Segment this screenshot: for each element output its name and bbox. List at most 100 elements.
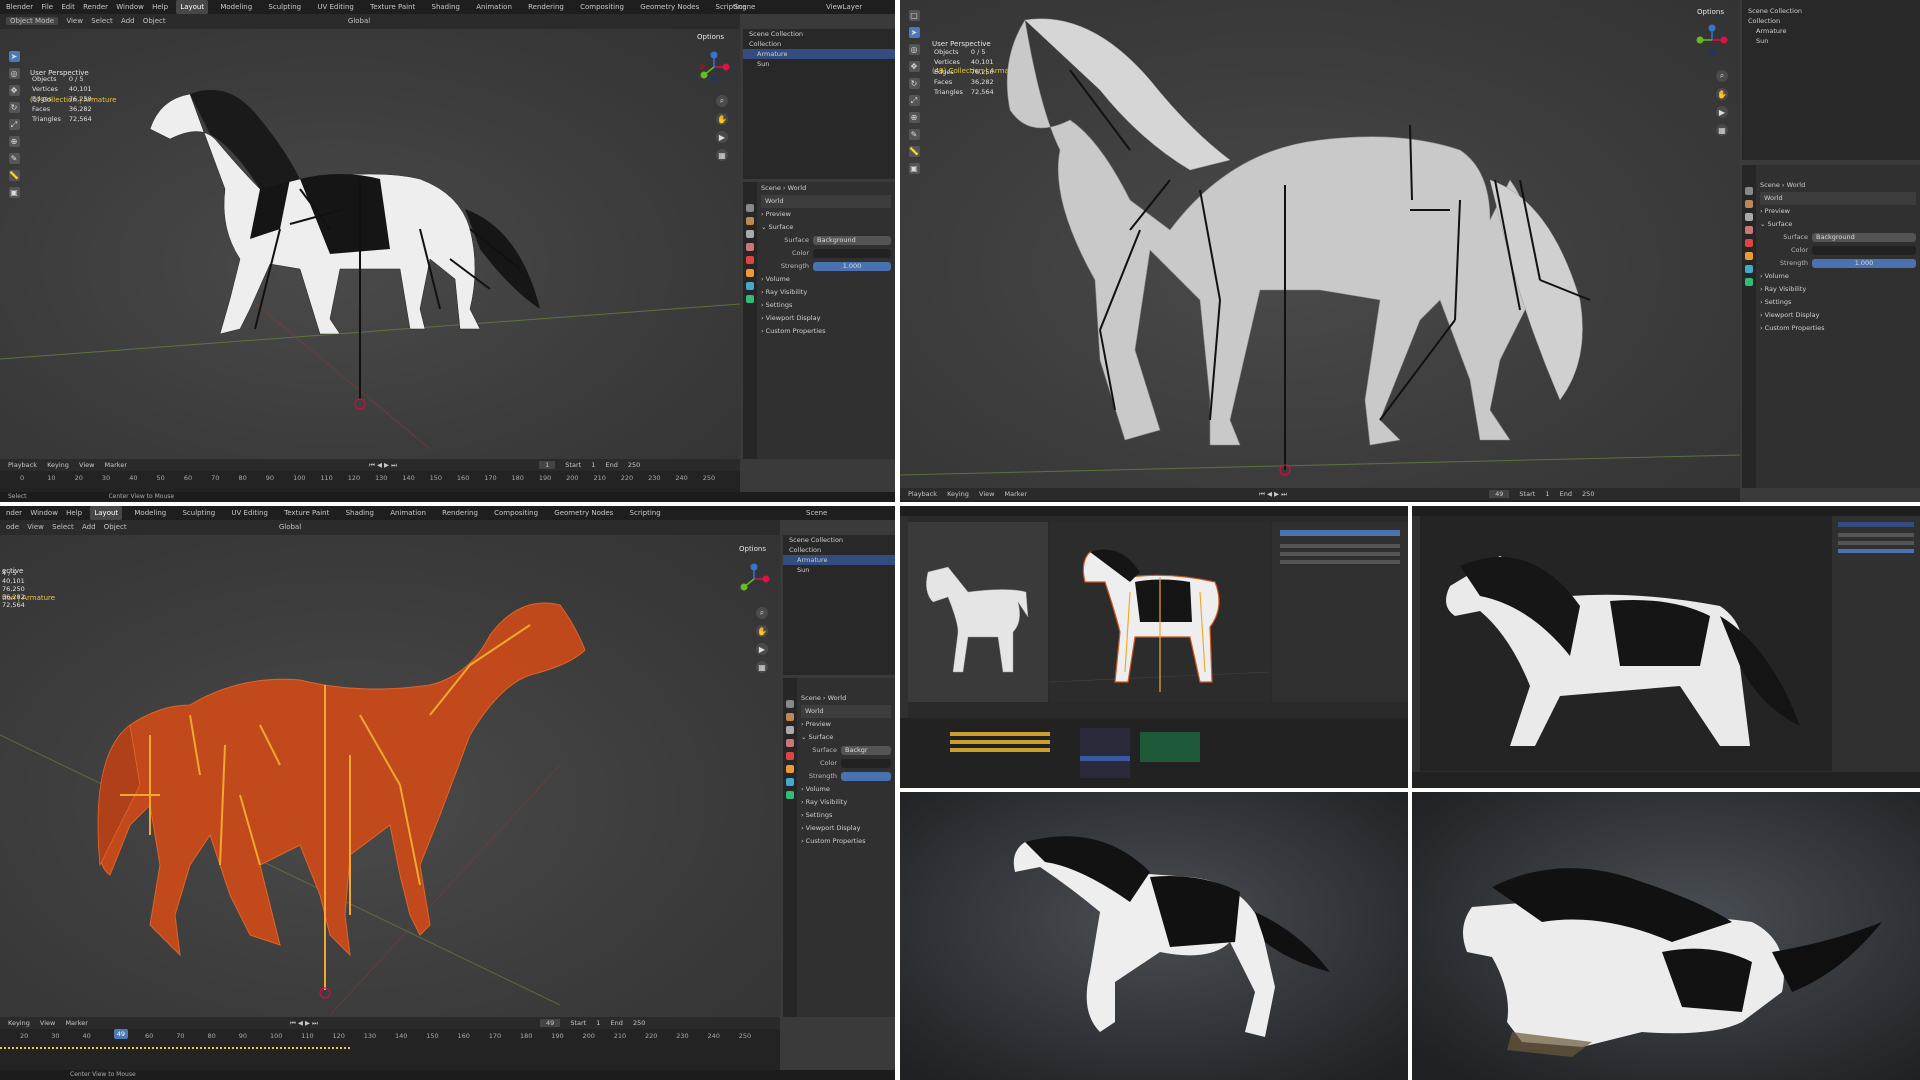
tab-geometry-nodes[interactable]: Geometry Nodes	[550, 506, 617, 520]
keyframe-track[interactable]	[0, 1043, 780, 1053]
menu-select[interactable]: Select	[91, 17, 113, 25]
orientation-dropdown[interactable]: Global	[348, 17, 370, 25]
scene-tab-icon[interactable]	[786, 739, 794, 747]
menu-render[interactable]: nder	[6, 509, 22, 517]
tab-animation[interactable]: Animation	[386, 506, 430, 520]
current-frame-field[interactable]: 49	[1489, 490, 1510, 498]
section-custom-properties[interactable]: › Custom Properties	[1760, 322, 1916, 335]
playback-controls-icon[interactable]: ⏮ ◀ ▶ ⏭	[369, 461, 397, 469]
object-tab-icon[interactable]	[1745, 252, 1753, 260]
section-ray-visibility[interactable]: › Ray Visibility	[801, 796, 891, 809]
menu-playback[interactable]: Playback	[8, 461, 37, 469]
playback-controls-icon[interactable]: ⏮ ◀ ▶ ⏭	[1259, 490, 1287, 498]
outliner-armature[interactable]: Armature	[743, 49, 895, 59]
section-preview[interactable]: › Preview	[761, 208, 891, 221]
section-ray-visibility[interactable]: › Ray Visibility	[1760, 283, 1916, 296]
menu-add[interactable]: Add	[121, 17, 135, 25]
tab-animation[interactable]: Animation	[472, 0, 516, 14]
section-viewport-display[interactable]: › Viewport Display	[1760, 309, 1916, 322]
orientation-dropdown[interactable]: Global	[279, 523, 301, 531]
section-preview[interactable]: › Preview	[801, 718, 891, 731]
menu-marker[interactable]: Marker	[65, 1019, 87, 1027]
output-tab-icon[interactable]	[746, 230, 754, 238]
object-tab-icon[interactable]	[786, 765, 794, 773]
output-tab-icon[interactable]	[1745, 213, 1753, 221]
timeline[interactable]: Playback Keying View Marker ⏮ ◀ ▶ ⏭ 1 St…	[0, 459, 740, 492]
menu-window[interactable]: Window	[116, 3, 144, 11]
menu-keying[interactable]: Keying	[47, 461, 69, 469]
tab-scripting[interactable]: Scripting	[626, 506, 665, 520]
section-custom-properties[interactable]: › Custom Properties	[761, 325, 891, 338]
menu-select[interactable]: Select	[52, 523, 74, 531]
render-tab-icon[interactable]	[746, 217, 754, 225]
strength-input[interactable]	[841, 772, 891, 781]
end-field[interactable]: 250	[633, 1019, 645, 1027]
world-tab-icon[interactable]	[1745, 239, 1753, 247]
menu-marker[interactable]: Marker	[1005, 490, 1027, 498]
scene-selector[interactable]: Scene	[806, 506, 827, 520]
menu-add[interactable]: Add	[82, 523, 96, 531]
timeline[interactable]: Keying View Marker ⏮ ◀ ▶ ⏭ 49 Start 1 En…	[0, 1017, 780, 1070]
menu-window[interactable]: Window	[30, 509, 58, 517]
menu-view[interactable]: View	[66, 17, 83, 25]
section-custom-properties[interactable]: › Custom Properties	[801, 835, 891, 848]
menu-view-timeline[interactable]: View	[40, 1019, 55, 1027]
tab-geometry-nodes[interactable]: Geometry Nodes	[636, 0, 703, 14]
color-swatch[interactable]	[1812, 246, 1916, 255]
world-name-field[interactable]: World	[1760, 192, 1916, 205]
outliner-collection[interactable]: Collection	[783, 545, 895, 555]
output-tab-icon[interactable]	[786, 726, 794, 734]
timeline-ruler[interactable]: 20 30 40 49 60 70 80 90 100 110 120 130 140 150 160 170…	[0, 1029, 780, 1043]
3d-viewport[interactable]: ➤ ◎ ✥ ↻ ⤢ ⊕ ✎ 📏 ▣ User Perspective (1) C…	[0, 29, 740, 459]
menu-marker[interactable]: Marker	[105, 461, 127, 469]
section-volume[interactable]: › Volume	[801, 783, 891, 796]
tab-rendering[interactable]: Rendering	[438, 506, 482, 520]
surface-dropdown[interactable]: Background	[813, 236, 891, 245]
tab-uv-editing[interactable]: UV Editing	[313, 0, 358, 14]
tab-compositing[interactable]: Compositing	[490, 506, 542, 520]
tab-shading[interactable]: Shading	[342, 506, 378, 520]
constraint-tab-icon[interactable]	[1745, 278, 1753, 286]
tab-compositing[interactable]: Compositing	[576, 0, 628, 14]
world-tab-icon[interactable]	[746, 256, 754, 264]
playback-controls-icon[interactable]: ⏮ ◀ ▶ ⏭	[290, 1019, 318, 1027]
viewlayer-selector[interactable]: ViewLayer	[826, 0, 862, 14]
menu-help[interactable]: Help	[66, 509, 82, 517]
outliner-sun[interactable]: Sun	[783, 565, 895, 575]
color-swatch[interactable]	[813, 249, 891, 258]
tab-rendering[interactable]: Rendering	[524, 0, 568, 14]
physics-tab-icon[interactable]	[786, 778, 794, 786]
3d-viewport[interactable]: ective tion | Armature 4 / 5 40,101 76,2…	[0, 535, 780, 1017]
mode-dropdown[interactable]: Object Mode	[6, 17, 59, 25]
color-swatch[interactable]	[841, 759, 891, 768]
section-viewport-display[interactable]: › Viewport Display	[801, 822, 891, 835]
start-field[interactable]: 1	[1545, 490, 1549, 498]
scene-selector[interactable]: Scene	[734, 0, 755, 14]
start-field[interactable]: 1	[591, 461, 595, 469]
section-settings[interactable]: › Settings	[801, 809, 891, 822]
outliner-armature[interactable]: Armature	[1742, 26, 1920, 36]
tab-modeling[interactable]: Modeling	[130, 506, 170, 520]
outliner-scene-collection[interactable]: Scene Collection	[783, 535, 895, 545]
tab-sculpting[interactable]: Sculpting	[264, 0, 305, 14]
object-tab-icon[interactable]	[746, 269, 754, 277]
section-settings[interactable]: › Settings	[761, 299, 891, 312]
menu-view-timeline[interactable]: View	[79, 461, 94, 469]
timeline[interactable]	[1412, 772, 1920, 788]
menu-view-timeline[interactable]: View	[979, 490, 994, 498]
outliner-collection[interactable]: Collection	[743, 39, 895, 49]
render-tab-icon[interactable]	[1745, 200, 1753, 208]
section-viewport-display[interactable]: › Viewport Display	[761, 312, 891, 325]
tab-texture-paint[interactable]: Texture Paint	[366, 0, 419, 14]
tab-uv-editing[interactable]: UV Editing	[227, 506, 272, 520]
world-name-field[interactable]: World	[801, 705, 891, 718]
menu-file[interactable]: File	[41, 3, 53, 11]
tool-tab-icon[interactable]	[1745, 187, 1753, 195]
tab-texture-paint[interactable]: Texture Paint	[280, 506, 333, 520]
section-volume[interactable]: › Volume	[1760, 270, 1916, 283]
section-surface[interactable]: ⌄ Surface	[761, 221, 891, 234]
section-preview[interactable]: › Preview	[1760, 205, 1916, 218]
menu-keying[interactable]: Keying	[947, 490, 969, 498]
constraint-tab-icon[interactable]	[786, 791, 794, 799]
render-tab-icon[interactable]	[786, 713, 794, 721]
